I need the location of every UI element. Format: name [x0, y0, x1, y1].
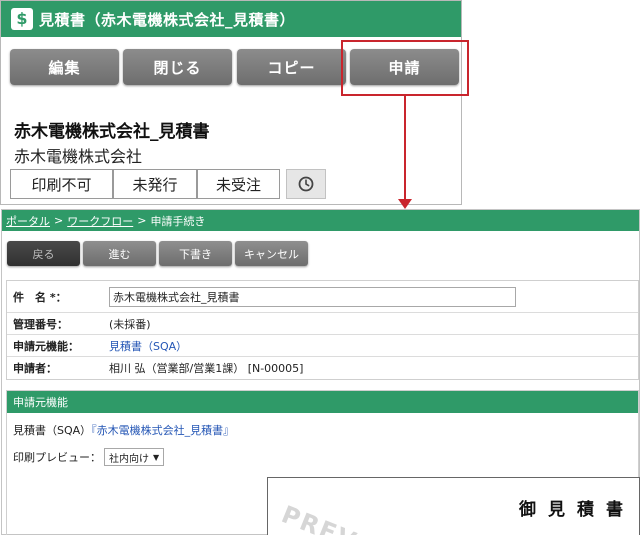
clock-icon: [298, 176, 314, 192]
app-icon: $: [11, 8, 33, 30]
panel-title: 見積書（赤木電機株式会社_見積書）: [39, 10, 296, 29]
subject-label: 件 名 *：: [13, 290, 67, 304]
next-button[interactable]: 進む: [83, 241, 156, 266]
breadcrumb-portal[interactable]: ポータル: [6, 213, 50, 229]
preview-document-title: 御見積書: [519, 500, 635, 520]
document-title: 赤木電機株式会社_見積書: [14, 122, 210, 142]
application-form: 件 名 *： 赤木電機株式会社_見積書 管理番号： (未採番) 申請元機能： 見…: [6, 280, 639, 380]
edit-button[interactable]: 編集: [10, 49, 119, 85]
chevron-down-icon: ▼: [153, 452, 160, 462]
print-preview-row: 印刷プレビュー： 社内向け ▼: [13, 448, 165, 466]
source-function-row: 申請元機能： 見積書（SQA）: [7, 335, 638, 357]
management-number-row: 管理番号： (未採番): [7, 313, 638, 335]
source-type-text: 見積書（SQA）: [13, 424, 92, 437]
breadcrumb-separator: >: [137, 214, 147, 227]
source-document-line: 見積書（SQA）『赤木電機株式会社_見積書』: [13, 422, 234, 438]
applicant-row: 申請者： 相川 弘（営業部/営業1課） [N-00005]: [7, 357, 638, 379]
source-function-section: 申請元機能 見積書（SQA）『赤木電機株式会社_見積書』 印刷プレビュー： 社内…: [6, 390, 640, 535]
annotation-arrow: [404, 96, 406, 201]
breadcrumb-workflow[interactable]: ワークフロー: [67, 213, 133, 229]
panel-header: $ 見積書（赤木電機株式会社_見積書）: [1, 1, 461, 37]
source-document-link[interactable]: 『赤木電機株式会社_見積書』: [91, 424, 234, 437]
breadcrumb: ポータル > ワークフロー > 申請手続き: [2, 210, 639, 231]
draft-button[interactable]: 下書き: [159, 241, 232, 266]
print-preview-selected: 社内向け: [109, 453, 149, 465]
print-status-badge: 印刷不可: [10, 169, 113, 199]
management-number-value: (未採番): [109, 317, 151, 331]
breadcrumb-separator: >: [54, 214, 64, 227]
history-button[interactable]: [286, 169, 326, 199]
customer-name: 赤木電機株式会社: [14, 147, 143, 166]
issue-status-badge: 未発行: [113, 169, 197, 199]
print-preview-select[interactable]: 社内向け ▼: [104, 448, 165, 466]
print-preview-pane: PREV 御見積書: [267, 477, 640, 535]
breadcrumb-current: 申請手続き: [150, 214, 206, 228]
print-preview-label: 印刷プレビュー：: [13, 451, 101, 464]
subject-input[interactable]: 赤木電機株式会社_見積書: [109, 286, 516, 307]
section-header: 申請元機能: [7, 391, 638, 413]
arrow-head-icon: [398, 199, 412, 209]
applicant-value: 相川 弘（営業部/営業1課） [N-00005]: [109, 362, 304, 375]
application-panel: ポータル > ワークフロー > 申請手続き 戻る 進む 下書き キャンセル 件 …: [1, 209, 640, 535]
close-button[interactable]: 閉じる: [123, 49, 232, 85]
subject-row: 件 名 *： 赤木電機株式会社_見積書: [7, 281, 638, 313]
source-function-link[interactable]: 見積書（SQA）: [109, 338, 187, 354]
back-button[interactable]: 戻る: [7, 241, 80, 266]
source-function-label: 申請元機能：: [13, 339, 79, 353]
highlight-box: [341, 40, 469, 96]
cancel-button[interactable]: キャンセル: [235, 241, 308, 266]
quote-detail-panel: $ 見積書（赤木電機株式会社_見積書） 編集 閉じる コピー 申請 赤木電機株式…: [0, 0, 462, 205]
management-number-label: 管理番号：: [13, 317, 68, 331]
preview-watermark: PREV: [277, 500, 362, 535]
copy-button[interactable]: コピー: [237, 49, 346, 85]
applicant-label: 申請者：: [13, 362, 57, 375]
order-status-badge: 未受注: [197, 169, 280, 199]
